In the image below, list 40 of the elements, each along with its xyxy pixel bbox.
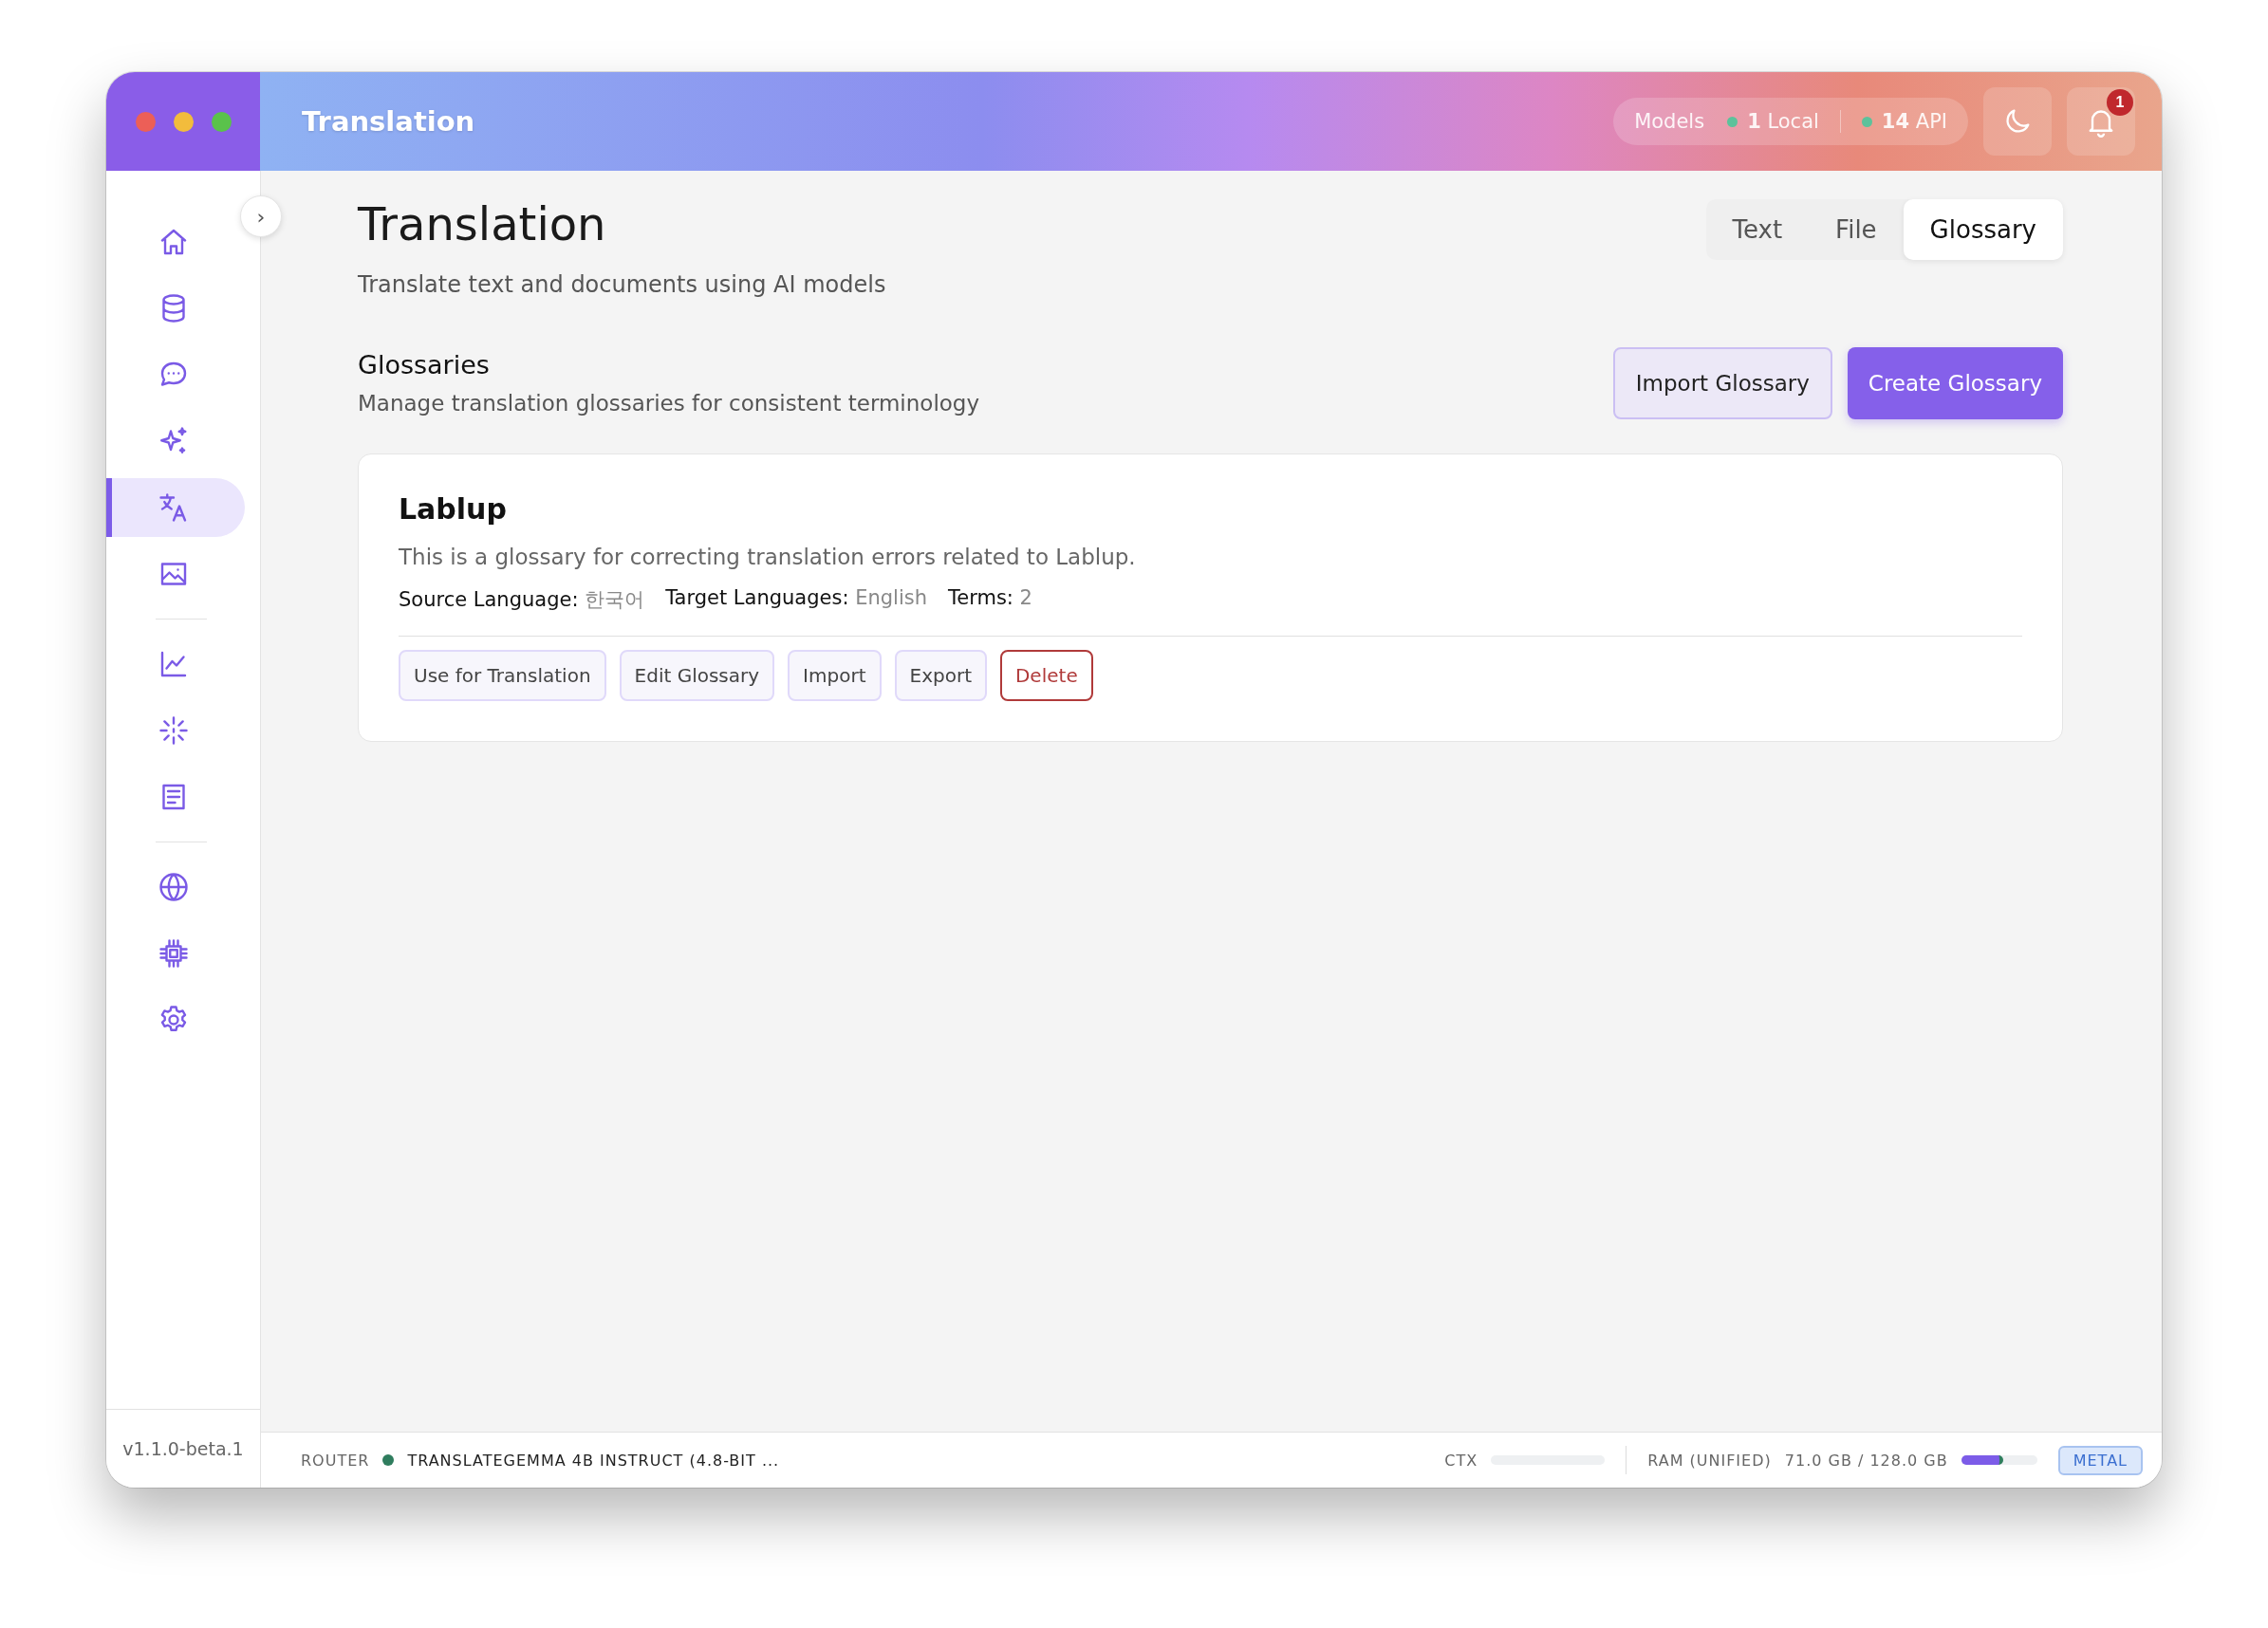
import-button[interactable]: Import Glossary (1612, 346, 1832, 419)
chip-icon (157, 936, 191, 971)
page-subtitle: Translate text and documents using AI models (358, 270, 886, 298)
section-description: Manage translation glossaries for consistent terminology (358, 391, 980, 416)
create-button[interactable]: Create Glossary (1847, 346, 2063, 419)
glossary-description: This is a glossary for correcting translation errors related to Lablup. (399, 544, 1137, 569)
globe-icon (157, 870, 191, 904)
tab[interactable]: Glossary (1903, 199, 2063, 260)
glossary-action-button[interactable]: Export (894, 649, 987, 701)
ctx-label: CTX (1444, 1451, 1478, 1470)
sidebar-toggle-button[interactable]: › (240, 195, 282, 237)
glossary-meta: Terms: 2 (948, 585, 1032, 611)
ram-usage: 71.0 GB / 128.0 GB (1784, 1451, 1948, 1470)
active-model-name: TRANSLATEGEMMA 4B INSTRUCT (4.8-BIT ... (407, 1451, 780, 1470)
theme-toggle-button[interactable] (1983, 87, 2052, 156)
glossary-meta: Target Languages: English (665, 585, 927, 611)
tab[interactable]: Text (1705, 199, 1810, 260)
model-status-dot (382, 1454, 395, 1466)
window-title: Translation (302, 105, 476, 138)
ram-label: RAM (UNIFIED) (1647, 1451, 1772, 1470)
sidebar-item[interactable] (106, 478, 245, 537)
section-title: Glossaries (358, 350, 491, 380)
glossary-action-button[interactable]: Delete (999, 649, 1093, 701)
backend-badge: METAL (2057, 1445, 2143, 1475)
tab[interactable]: File (1809, 199, 1904, 260)
glossary-action-button[interactable]: Edit Glossary (619, 649, 775, 701)
app-version: v1.1.0-beta.1 (106, 1409, 260, 1488)
glossary-meta: Source Language: 한국어 (399, 586, 645, 613)
glossary-name: Lablup (399, 491, 508, 526)
minimize-window-button[interactable] (173, 111, 194, 132)
glossary-action-button[interactable]: Import (788, 649, 882, 701)
router-label: ROUTER (301, 1451, 370, 1470)
model-count: 1 Local (1747, 110, 1819, 133)
burst-icon (157, 713, 191, 748)
notification-badge: 1 (2107, 89, 2133, 116)
model-count: 14 API (1881, 110, 1947, 133)
notifications-button[interactable]: 1 (2067, 87, 2135, 156)
models-label: Models (1634, 110, 1705, 133)
glossary-action-button[interactable]: Use for Translation (399, 649, 606, 701)
page-title: Translation (358, 197, 607, 252)
